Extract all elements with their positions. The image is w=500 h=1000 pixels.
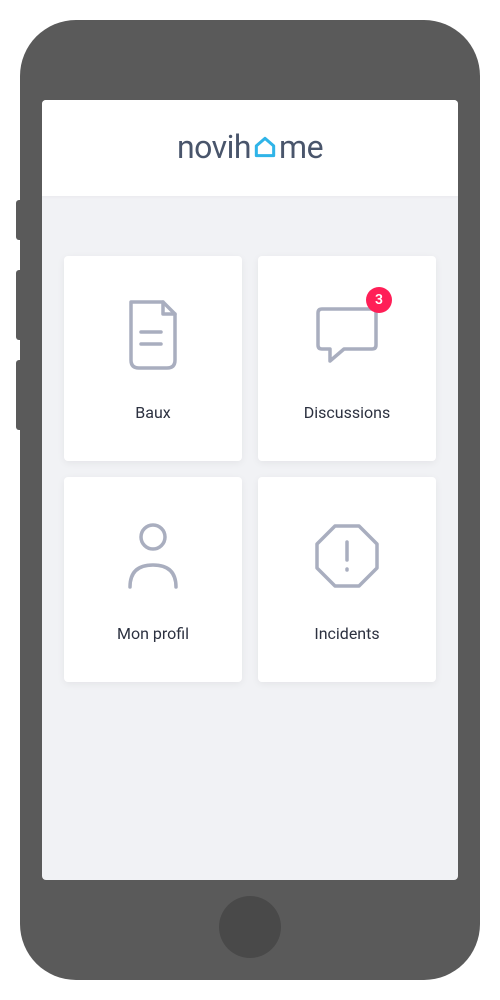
- tile-baux[interactable]: Baux: [64, 256, 242, 461]
- phone-side-button: [16, 360, 22, 430]
- tile-label: Incidents: [314, 624, 379, 643]
- tile-icon-wrap: [311, 516, 383, 596]
- tile-label: Mon profil: [117, 624, 189, 643]
- alert-icon: [311, 520, 383, 592]
- tile-icon-wrap: [123, 295, 183, 375]
- tile-icon-wrap: 3: [312, 295, 382, 375]
- phone-side-button: [16, 200, 22, 240]
- main-content: Baux 3 Discussions: [42, 196, 458, 880]
- notification-badge: 3: [366, 287, 392, 313]
- tile-label: Baux: [135, 403, 170, 422]
- app-screen: novih me: [42, 100, 458, 880]
- tile-discussions[interactable]: 3 Discussions: [258, 256, 436, 461]
- profile-icon: [124, 521, 182, 591]
- phone-side-button: [16, 270, 22, 340]
- tile-incidents[interactable]: Incidents: [258, 477, 436, 682]
- brand-logo: novih me: [177, 128, 323, 166]
- brand-text-part1: novih: [177, 128, 251, 166]
- tile-profil[interactable]: Mon profil: [64, 477, 242, 682]
- tile-label: Discussions: [304, 403, 390, 422]
- app-header: novih me: [42, 100, 458, 196]
- brand-text-part2: me: [279, 128, 323, 166]
- home-icon: [252, 134, 278, 160]
- phone-home-button: [219, 896, 281, 958]
- document-icon: [123, 298, 183, 372]
- phone-frame: novih me: [20, 20, 480, 980]
- tile-icon-wrap: [124, 516, 182, 596]
- tile-grid: Baux 3 Discussions: [64, 256, 436, 682]
